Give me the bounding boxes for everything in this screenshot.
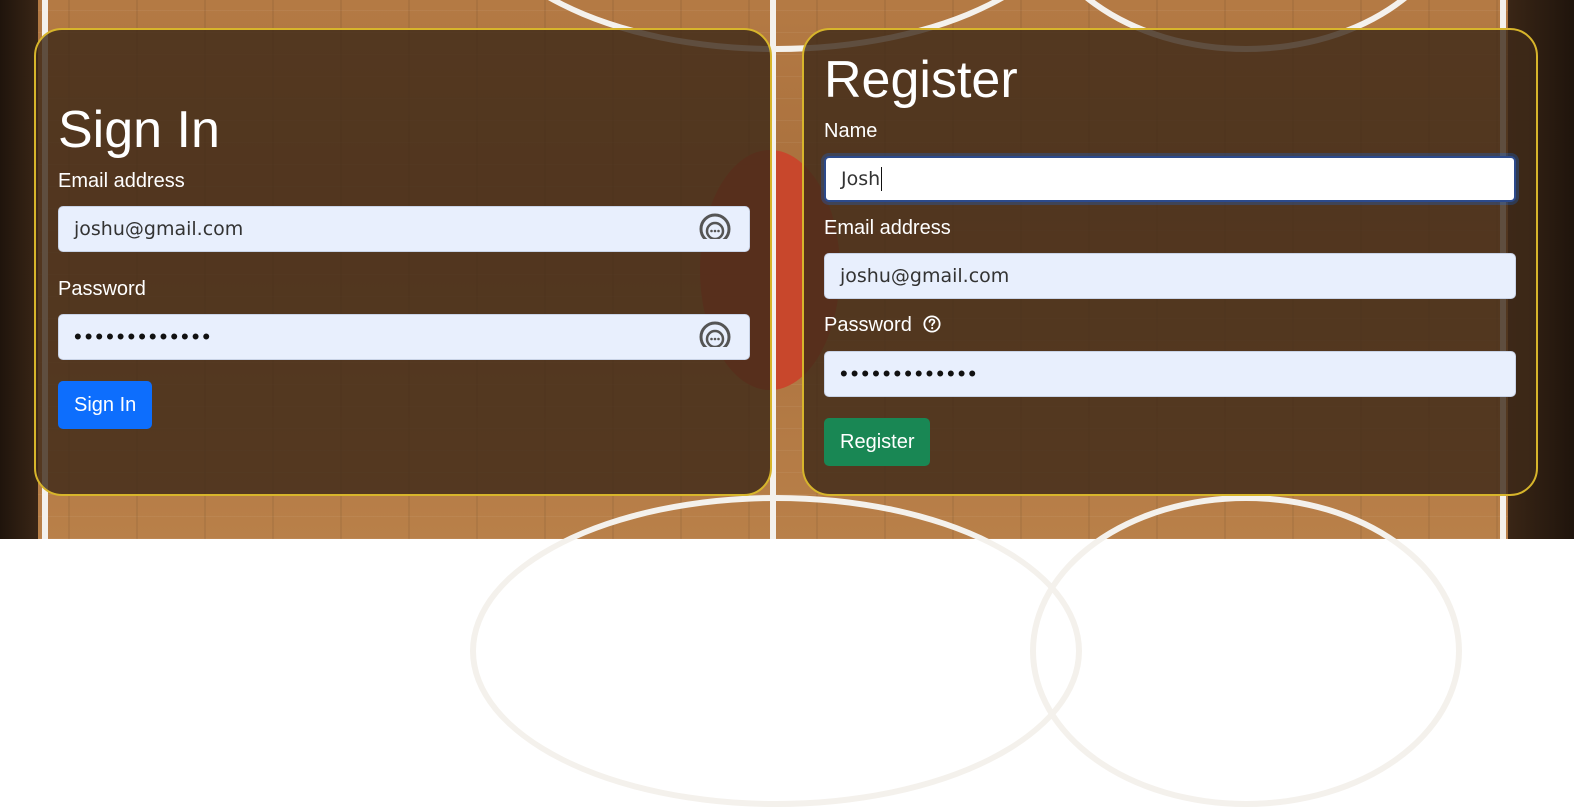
register-email-value: joshu@gmail.com	[840, 265, 1010, 287]
register-password-value: •••••••••••••	[840, 361, 980, 386]
signin-password-input[interactable]: •••••••••••••	[58, 314, 750, 360]
signin-email-label: Email address	[58, 170, 185, 192]
register-password-input[interactable]: •••••••••••••	[824, 351, 1516, 397]
register-password-label-row: Password	[824, 314, 941, 337]
question-circle-icon[interactable]	[923, 315, 941, 333]
signin-title: Sign In	[58, 101, 220, 159]
court-arc-bottom-right	[1030, 495, 1462, 807]
register-email-input[interactable]: joshu@gmail.com	[824, 253, 1516, 299]
court-edge-left	[0, 0, 38, 539]
register-name-label: Name	[824, 120, 878, 142]
signin-password-value: •••••••••••••	[74, 324, 214, 349]
signin-email-input[interactable]: joshu@gmail.com	[58, 206, 750, 252]
register-name-input[interactable]: Josh	[824, 156, 1516, 202]
court-arc-bottom-left	[470, 495, 1082, 807]
password-manager-icon[interactable]	[699, 321, 731, 353]
register-email-label: Email address	[824, 217, 951, 239]
register-panel: Register Name Josh Email address joshu@g…	[802, 28, 1538, 496]
password-manager-icon[interactable]	[699, 213, 731, 245]
signin-password-label: Password	[58, 278, 146, 300]
signin-email-value: joshu@gmail.com	[74, 218, 244, 240]
register-button[interactable]: Register	[824, 418, 931, 466]
register-password-label: Password	[824, 314, 912, 336]
register-name-value: Josh	[841, 168, 881, 190]
signin-button[interactable]: Sign In	[58, 381, 153, 429]
signin-panel: Sign In Email address joshu@gmail.com Pa…	[34, 28, 772, 496]
register-title: Register	[824, 51, 1018, 109]
text-caret	[881, 167, 883, 191]
